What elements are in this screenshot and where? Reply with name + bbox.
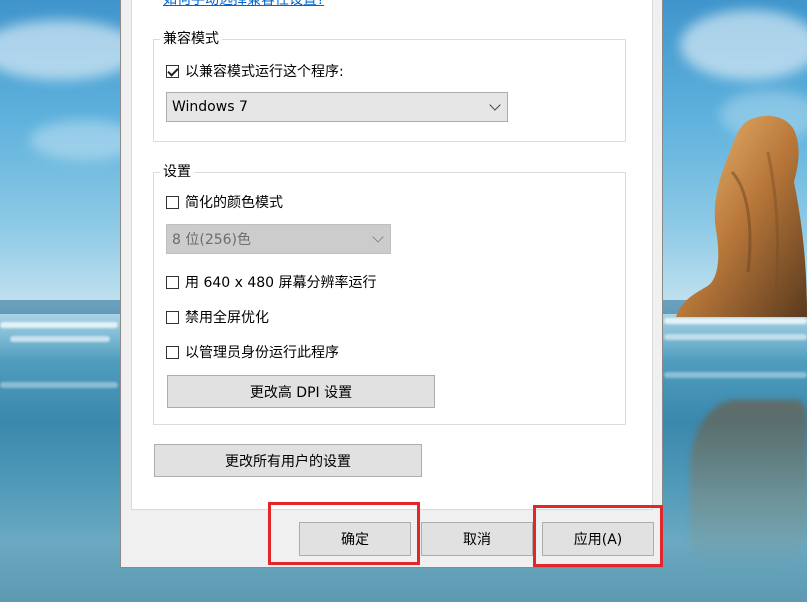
wallpaper-rock-reflection — [690, 400, 807, 570]
color-depth-select: 8 位(256)色 — [166, 224, 391, 254]
resolution-640-checkbox-row[interactable]: 用 640 x 480 屏幕分辨率运行 — [166, 272, 377, 292]
wallpaper-wave — [664, 372, 807, 378]
reduced-color-label: 简化的颜色模式 — [185, 195, 283, 211]
manual-compat-help-link[interactable]: 如何手动选择兼容性设置? — [163, 0, 324, 9]
disable-fullscreen-opt-label: 禁用全屏优化 — [185, 310, 269, 326]
ok-button[interactable]: 确定 — [299, 522, 411, 556]
wallpaper-wave — [0, 322, 118, 328]
properties-dialog: 如何手动选择兼容性设置? 兼容模式 以兼容模式运行这个程序: Windows 7… — [120, 0, 663, 568]
wallpaper-wave — [664, 334, 807, 340]
wallpaper-cloud — [680, 10, 807, 80]
cancel-button[interactable]: 取消 — [421, 522, 533, 556]
wallpaper-wave — [10, 336, 110, 342]
chevron-down-icon — [489, 99, 501, 111]
compat-mode-group-title: 兼容模式 — [160, 30, 222, 48]
reduced-color-checkbox-row[interactable]: 简化的颜色模式 — [166, 192, 283, 212]
resolution-640-checkbox[interactable] — [166, 275, 179, 289]
change-high-dpi-button[interactable]: 更改高 DPI 设置 — [167, 375, 435, 408]
settings-group-title: 设置 — [160, 163, 194, 181]
wallpaper-wave — [664, 318, 807, 324]
disable-fullscreen-opt-checkbox[interactable] — [166, 310, 179, 324]
chevron-down-icon — [372, 231, 384, 243]
wallpaper-rock — [676, 115, 807, 317]
compat-os-select[interactable]: Windows 7 — [166, 92, 508, 122]
wallpaper-cloud — [0, 20, 140, 80]
compat-mode-checkbox[interactable] — [166, 64, 179, 78]
color-depth-select-value: 8 位(256)色 — [172, 232, 252, 248]
reduced-color-checkbox[interactable] — [166, 195, 179, 209]
compat-mode-group: 兼容模式 以兼容模式运行这个程序: Windows 7 — [153, 30, 626, 142]
change-all-users-settings-button[interactable]: 更改所有用户的设置 — [154, 444, 422, 477]
wallpaper-wave — [0, 382, 118, 388]
compat-os-select-value: Windows 7 — [172, 99, 248, 115]
compat-mode-checkbox-row[interactable]: 以兼容模式运行这个程序: — [166, 61, 344, 81]
run-as-admin-checkbox-row[interactable]: 以管理员身份运行此程序 — [166, 342, 339, 362]
settings-group: 设置 简化的颜色模式 8 位(256)色 用 640 x 480 屏幕分辨率运行… — [153, 163, 626, 425]
run-as-admin-label: 以管理员身份运行此程序 — [185, 345, 339, 361]
compat-mode-checkbox-label: 以兼容模式运行这个程序: — [185, 64, 344, 80]
compatibility-tab-page: 如何手动选择兼容性设置? 兼容模式 以兼容模式运行这个程序: Windows 7… — [131, 0, 653, 510]
run-as-admin-checkbox[interactable] — [166, 345, 179, 359]
disable-fullscreen-opt-checkbox-row[interactable]: 禁用全屏优化 — [166, 307, 269, 327]
resolution-640-label: 用 640 x 480 屏幕分辨率运行 — [185, 275, 377, 291]
apply-button[interactable]: 应用(A) — [542, 522, 654, 556]
